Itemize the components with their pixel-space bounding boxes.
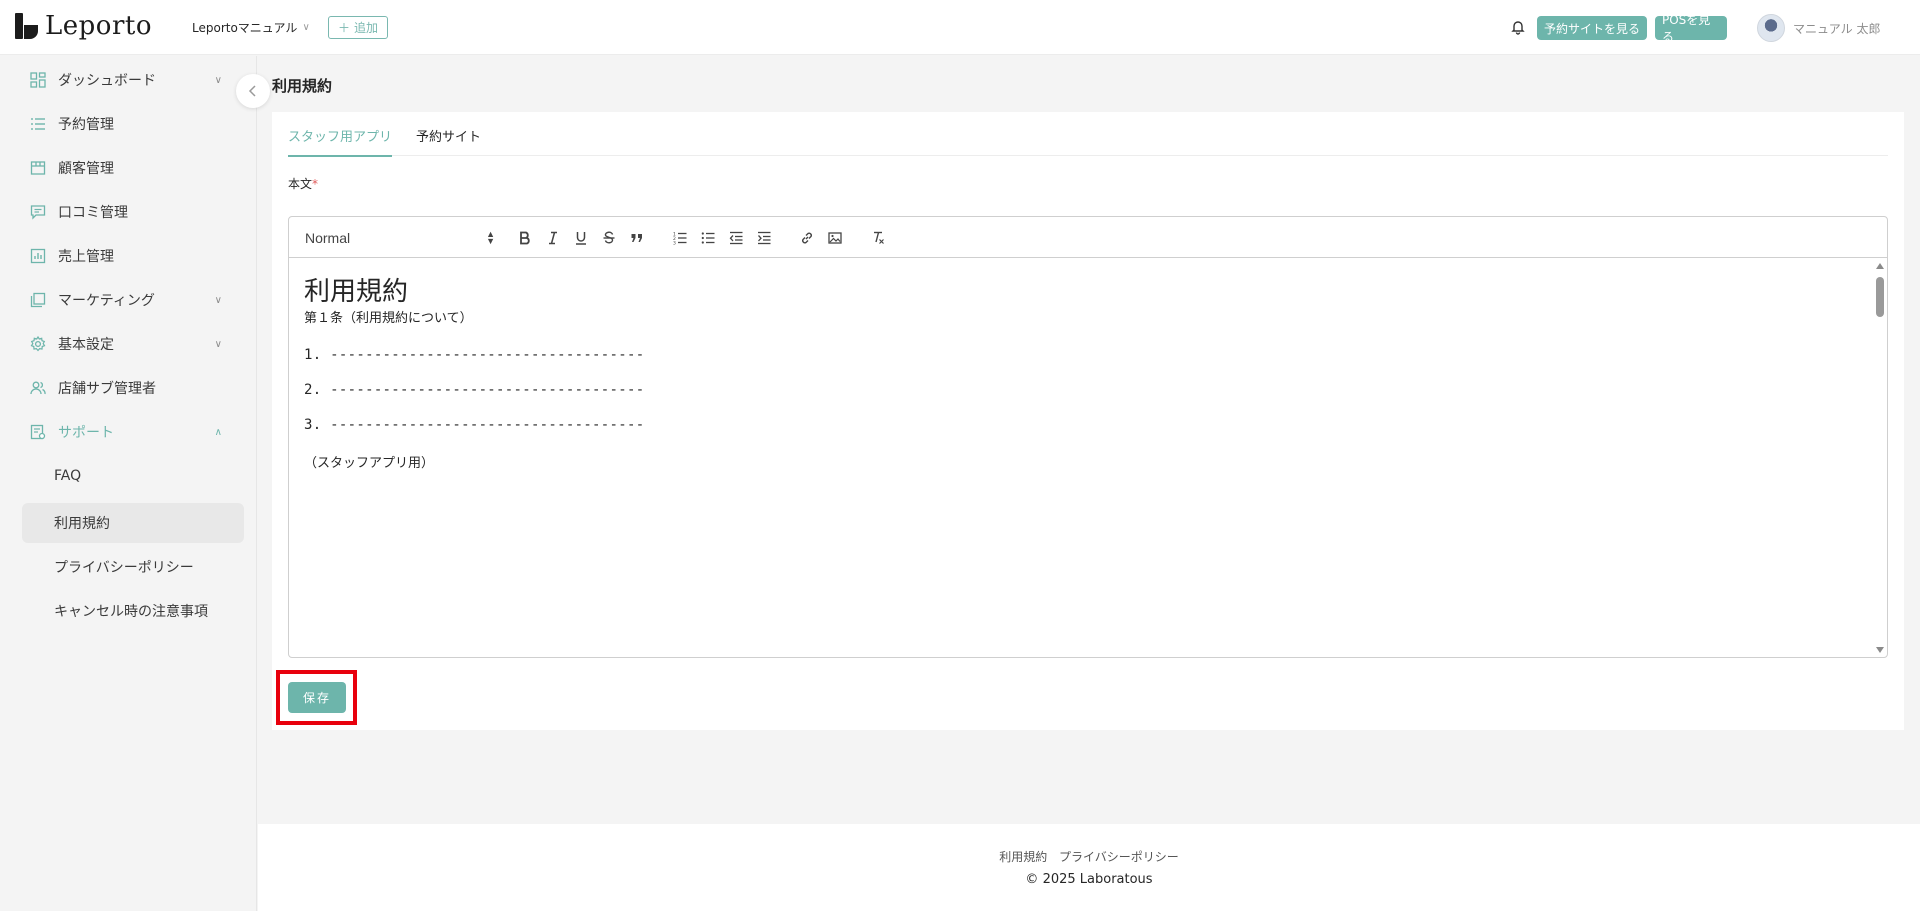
users-icon bbox=[28, 378, 48, 398]
sidebar-item-label: 口コミ管理 bbox=[58, 205, 128, 221]
scroll-down-icon[interactable] bbox=[1876, 647, 1884, 653]
tab-bar: スタッフ用アプリ 予約サイト bbox=[288, 112, 1888, 157]
ordered-list-icon[interactable]: 123 bbox=[669, 227, 691, 249]
scroll-up-icon[interactable] bbox=[1876, 263, 1884, 269]
sidebar-item-label: 店舗サブ管理者 bbox=[58, 381, 156, 397]
support-icon bbox=[28, 422, 48, 442]
field-label-text: 本文 bbox=[288, 177, 313, 191]
bold-icon[interactable] bbox=[514, 227, 536, 249]
chevron-down-icon: ∨ bbox=[302, 22, 310, 33]
store-selector[interactable]: Leportoマニュアル ∨ bbox=[192, 19, 310, 36]
content-heading: 利用規約 bbox=[304, 277, 409, 307]
chevron-down-icon: ∨ bbox=[214, 74, 222, 86]
save-button[interactable]: 保存 bbox=[288, 682, 346, 713]
avatar[interactable] bbox=[1757, 14, 1785, 42]
strikethrough-icon[interactable] bbox=[598, 227, 620, 249]
gear-icon bbox=[28, 334, 48, 354]
sidebar: ダッシュボード ∨ 予約管理 顧客管理 口コミ管理 売上管理 マーケティング ∨… bbox=[0, 56, 257, 911]
content-line: 1. ------------------------------------ bbox=[304, 347, 645, 363]
sidebar-subitem-terms[interactable]: 利用規約 bbox=[22, 503, 244, 543]
indent-icon[interactable] bbox=[753, 227, 775, 249]
outdent-icon[interactable] bbox=[725, 227, 747, 249]
sidebar-item-label: サポート bbox=[58, 425, 114, 441]
image-icon[interactable] bbox=[824, 227, 846, 249]
footer-privacy-link[interactable]: プライバシーポリシー bbox=[1059, 850, 1179, 864]
sidebar-item-settings[interactable]: 基本設定 ∨ bbox=[22, 326, 238, 362]
chart-icon bbox=[28, 246, 48, 266]
list-icon bbox=[28, 114, 48, 134]
copyright: © 2025 Laboratous bbox=[258, 872, 1920, 887]
tab-booking-site[interactable]: 予約サイト bbox=[416, 126, 481, 155]
link-icon[interactable] bbox=[796, 227, 818, 249]
sidebar-item-sub-admins[interactable]: 店舗サブ管理者 bbox=[22, 370, 238, 406]
review-icon bbox=[28, 202, 48, 222]
user-name[interactable]: マニュアル 太郎 bbox=[1793, 20, 1880, 37]
bullet-list-icon[interactable] bbox=[697, 227, 719, 249]
italic-icon[interactable] bbox=[542, 227, 564, 249]
sidebar-item-support[interactable]: サポート ∧ bbox=[22, 414, 238, 450]
content-card: スタッフ用アプリ 予約サイト 本文* Normal ▲▼ 123 利用規約 第 bbox=[272, 112, 1904, 730]
sidebar-subitem-faq[interactable]: FAQ bbox=[22, 456, 244, 496]
blockquote-icon[interactable] bbox=[626, 227, 648, 249]
view-booking-site-button[interactable]: 予約サイトを見る bbox=[1537, 16, 1647, 40]
page-title: 利用規約 bbox=[272, 77, 333, 95]
rich-text-editor: Normal ▲ ▼ 123 利用規約 第１条（利用規約について） 1. ----… bbox=[288, 216, 1888, 658]
updown-icon: ▲ ▼ bbox=[486, 229, 495, 246]
sidebar-item-reservations[interactable]: 予約管理 bbox=[22, 106, 238, 142]
chevron-left-icon bbox=[248, 82, 258, 101]
sidebar-item-label: 基本設定 bbox=[58, 337, 114, 353]
svg-text:3: 3 bbox=[673, 241, 676, 246]
logo[interactable]: Leporto bbox=[15, 11, 152, 41]
sidebar-item-label: 売上管理 bbox=[58, 249, 114, 265]
plus-icon: ＋ bbox=[337, 21, 350, 35]
editor-scrollbar[interactable] bbox=[1873, 259, 1887, 657]
logo-text: Leporto bbox=[45, 11, 152, 41]
underline-icon[interactable] bbox=[570, 227, 592, 249]
footer-links: 利用規約 プライバシーポリシー bbox=[258, 848, 1920, 865]
view-pos-button[interactable]: POSを見る bbox=[1655, 13, 1727, 44]
dashboard-icon bbox=[28, 70, 48, 90]
top-header: Leporto Leportoマニュアル ∨ ＋ 追加 予約サイトを見る POS… bbox=[0, 0, 1920, 55]
bell-icon[interactable] bbox=[1510, 19, 1526, 35]
content-line: 3. ------------------------------------ bbox=[304, 417, 645, 433]
sidebar-item-label: ダッシュボード bbox=[58, 73, 156, 89]
clear-format-icon[interactable] bbox=[867, 227, 889, 249]
store-icon bbox=[28, 158, 48, 178]
body-field-label: 本文* bbox=[288, 175, 318, 192]
sidebar-item-label: 顧客管理 bbox=[58, 161, 114, 177]
content-line: 2. ------------------------------------ bbox=[304, 382, 645, 398]
store-name: Leportoマニュアル bbox=[192, 21, 298, 35]
add-button-label: 追加 bbox=[354, 21, 379, 35]
content-article: 第１条（利用規約について） bbox=[304, 311, 473, 326]
sidebar-subitem-cancellation[interactable]: キャンセル時の注意事項 bbox=[22, 591, 244, 631]
chevron-up-icon: ∧ bbox=[214, 426, 222, 438]
add-button[interactable]: ＋ 追加 bbox=[328, 16, 388, 39]
footer-terms-link[interactable]: 利用規約 bbox=[999, 850, 1047, 864]
footer: 利用規約 プライバシーポリシー © 2025 Laboratous bbox=[258, 824, 1920, 911]
sidebar-item-customers[interactable]: 顧客管理 bbox=[22, 150, 238, 186]
sidebar-subitem-privacy[interactable]: プライバシーポリシー bbox=[22, 547, 244, 587]
tab-staff-app[interactable]: スタッフ用アプリ bbox=[288, 126, 393, 157]
format-select-value: Normal bbox=[305, 230, 351, 246]
content-note: （スタッフアプリ用） bbox=[304, 456, 435, 471]
sidebar-item-marketing[interactable]: マーケティング ∨ bbox=[22, 282, 238, 318]
sidebar-item-dashboard[interactable]: ダッシュボード ∨ bbox=[22, 62, 238, 98]
format-select[interactable]: Normal ▲ ▼ bbox=[305, 228, 495, 248]
sidebar-collapse-button[interactable] bbox=[236, 74, 270, 108]
editor-toolbar: Normal ▲ ▼ 123 bbox=[289, 217, 1887, 258]
sidebar-item-label: マーケティング bbox=[58, 293, 155, 309]
marketing-icon bbox=[28, 290, 48, 310]
chevron-down-icon: ∨ bbox=[214, 294, 222, 306]
required-mark: * bbox=[312, 177, 319, 191]
sidebar-item-label: 予約管理 bbox=[58, 117, 114, 133]
sidebar-item-sales[interactable]: 売上管理 bbox=[22, 238, 238, 274]
editor-content[interactable]: 利用規約 第１条（利用規約について） 1. ------------------… bbox=[289, 259, 1871, 657]
chevron-down-icon: ∨ bbox=[214, 338, 222, 350]
scrollbar-thumb[interactable] bbox=[1876, 277, 1884, 317]
copyright-text: 2025 Laboratous bbox=[1042, 872, 1153, 887]
logo-mark-icon bbox=[15, 13, 39, 39]
copyright-icon: © bbox=[1025, 872, 1039, 887]
sidebar-item-reviews[interactable]: 口コミ管理 bbox=[22, 194, 238, 230]
